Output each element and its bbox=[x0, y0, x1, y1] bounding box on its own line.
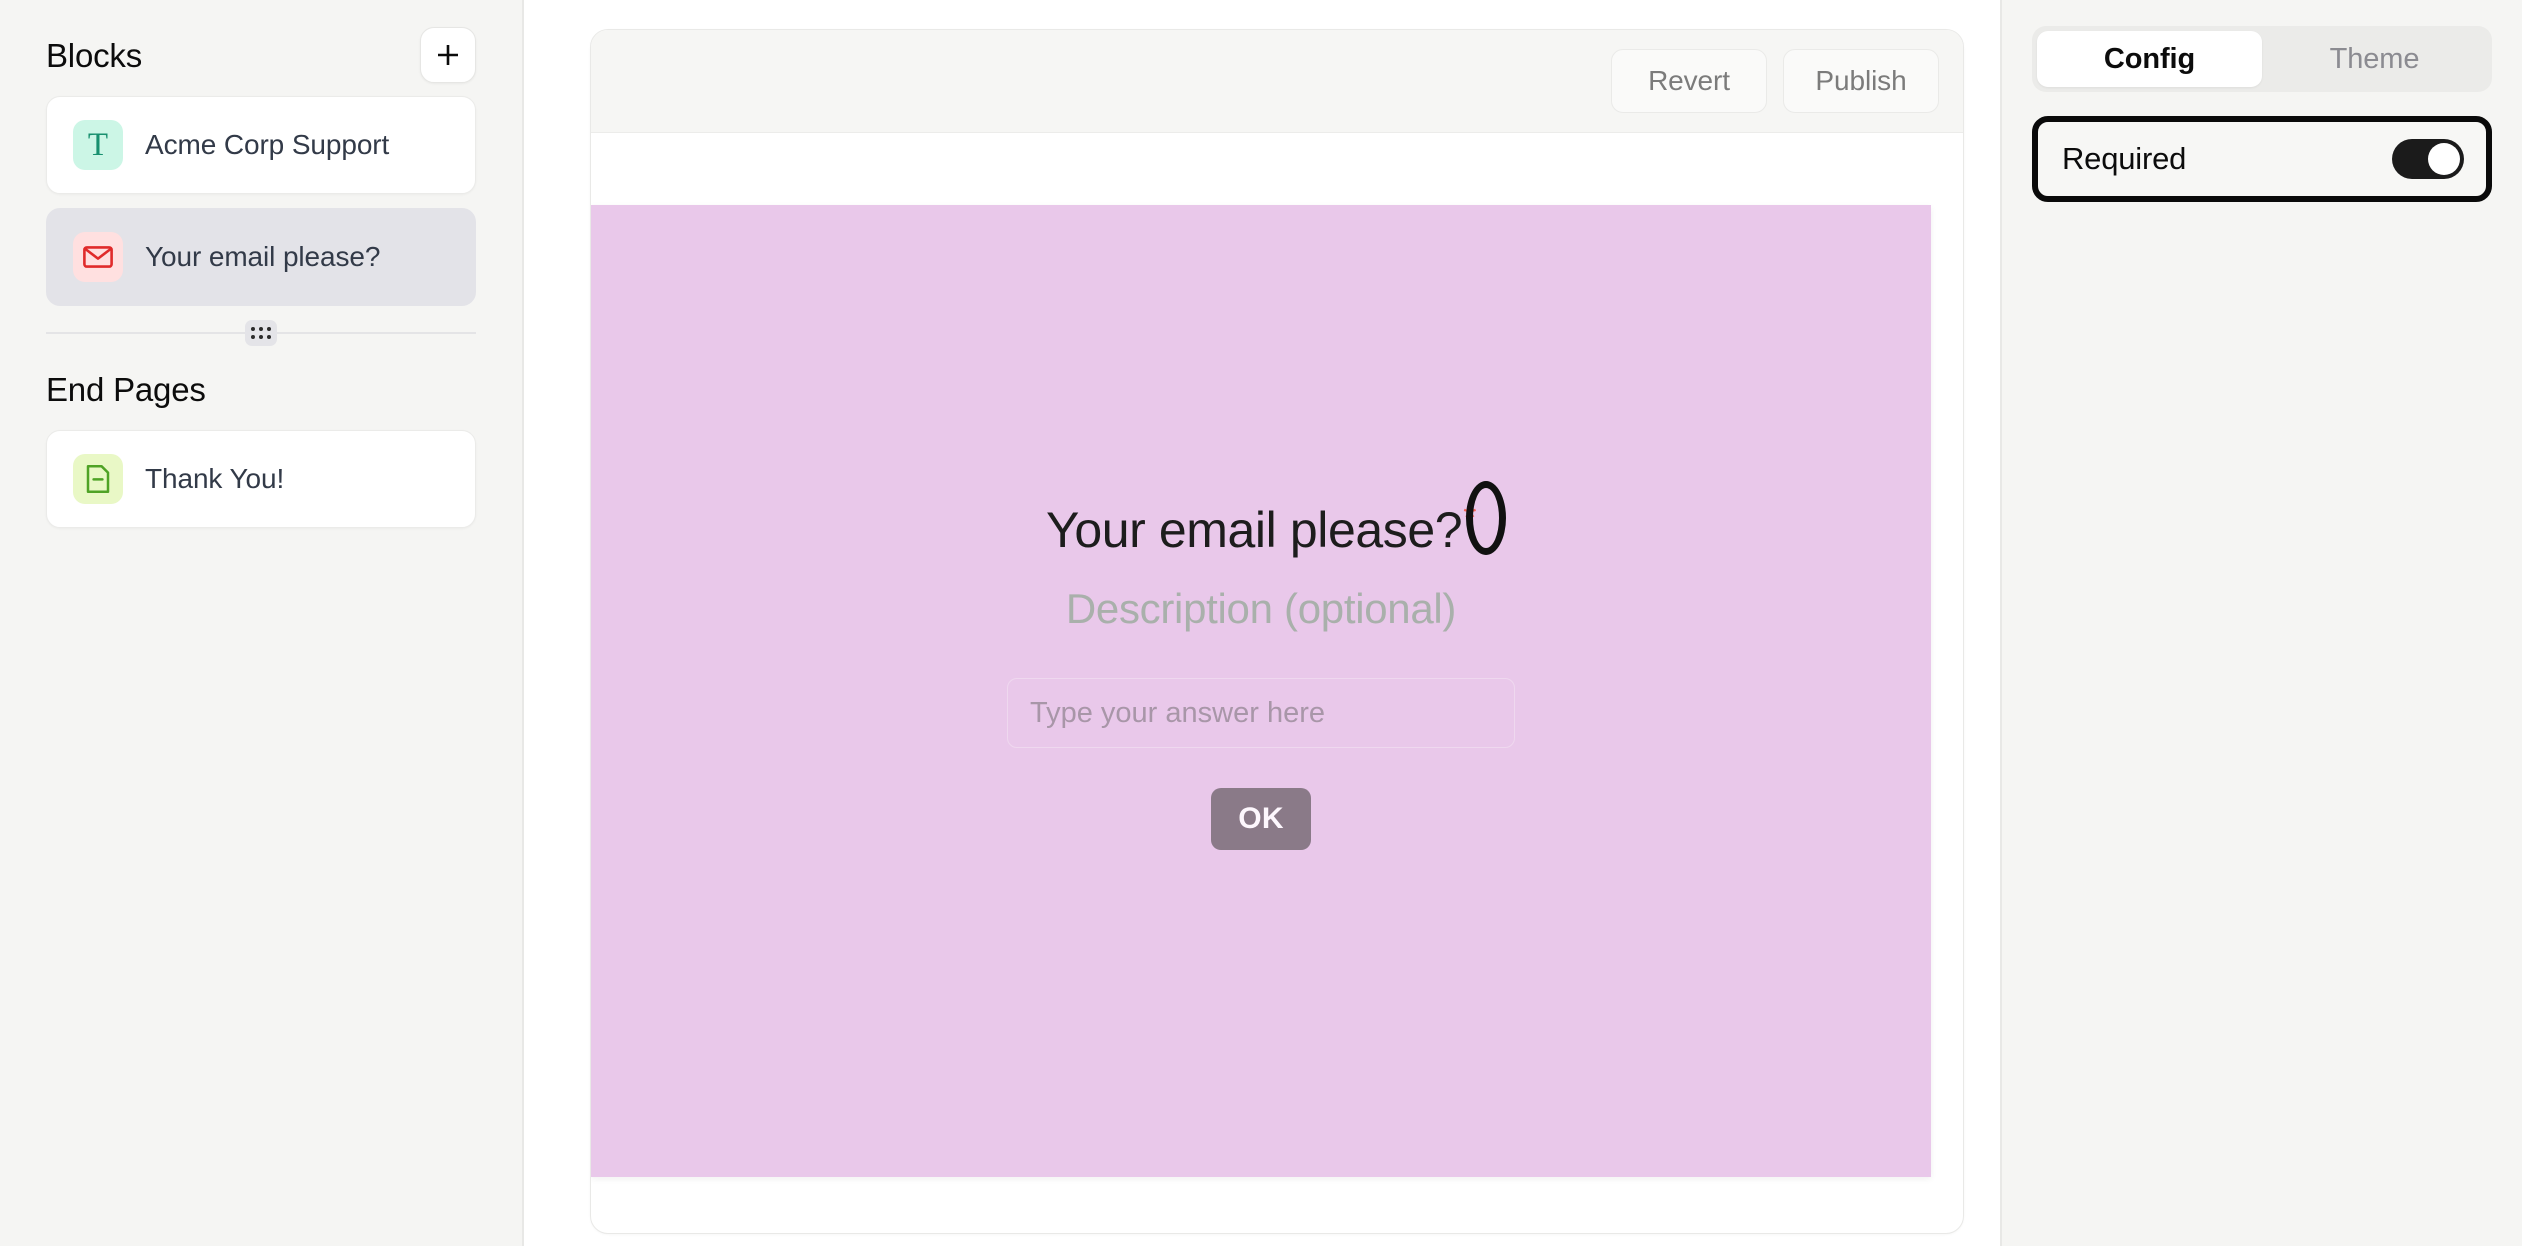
left-sidebar: Blocks T Acme Corp Support Your email pl… bbox=[0, 0, 524, 1246]
add-block-button[interactable] bbox=[420, 27, 476, 83]
document-block-icon bbox=[73, 454, 123, 504]
center-panel: Revert Publish Your email please?* Descr… bbox=[524, 0, 2000, 1246]
block-item-your-email-please[interactable]: Your email please? bbox=[46, 208, 476, 306]
editor-toolbar: Revert Publish bbox=[591, 30, 1963, 133]
answer-input[interactable] bbox=[1007, 678, 1515, 748]
block-item-label: Your email please? bbox=[145, 241, 381, 272]
block-item-acme-corp-support[interactable]: T Acme Corp Support bbox=[46, 96, 476, 194]
required-asterisk: * bbox=[1463, 499, 1477, 538]
sidebar-divider bbox=[46, 320, 476, 346]
right-config-panel: Config Theme Required bbox=[2000, 0, 2522, 1246]
config-theme-tabs: Config Theme bbox=[2032, 26, 2492, 92]
question-description: Description (optional) bbox=[1065, 585, 1457, 632]
end-page-item-label: Thank You! bbox=[145, 463, 285, 494]
publish-button[interactable]: Publish bbox=[1783, 49, 1939, 113]
tab-config[interactable]: Config bbox=[2037, 31, 2262, 87]
blocks-header: Blocks bbox=[46, 0, 476, 92]
tab-theme[interactable]: Theme bbox=[2262, 31, 2487, 87]
document-icon bbox=[86, 464, 110, 494]
block-item-label: Acme Corp Support bbox=[145, 129, 390, 160]
envelope-icon bbox=[83, 246, 113, 268]
required-setting-row: Required bbox=[2032, 116, 2492, 202]
blocks-list: T Acme Corp Support Your email please? bbox=[46, 96, 476, 306]
app-root: Blocks T Acme Corp Support Your email pl… bbox=[0, 0, 2522, 1246]
toggle-knob bbox=[2428, 143, 2460, 175]
end-pages-title: End Pages bbox=[46, 370, 206, 408]
letter-t-glyph: T bbox=[87, 126, 109, 163]
revert-button[interactable]: Revert bbox=[1611, 49, 1767, 113]
drag-handle-icon[interactable] bbox=[245, 320, 277, 346]
editor-card: Revert Publish Your email please?* Descr… bbox=[590, 29, 1964, 1234]
question-title-text: Your email please? bbox=[1045, 502, 1463, 558]
dot-grid bbox=[251, 327, 271, 339]
end-pages-section: End Pages Thank You! bbox=[0, 334, 522, 528]
form-preview-canvas: Your email please?* Description (optiona… bbox=[591, 205, 1931, 1177]
question-title: Your email please?* bbox=[1045, 481, 1507, 558]
email-block-icon bbox=[73, 232, 123, 282]
ok-button[interactable]: OK bbox=[1211, 788, 1311, 850]
end-page-item-thank-you[interactable]: Thank You! bbox=[46, 430, 476, 528]
blocks-title: Blocks bbox=[46, 36, 142, 74]
required-toggle[interactable] bbox=[2392, 139, 2464, 179]
end-pages-header: End Pages bbox=[46, 334, 476, 426]
required-setting-label: Required bbox=[2062, 141, 2187, 176]
end-pages-list: Thank You! bbox=[46, 430, 476, 528]
blocks-section: Blocks T Acme Corp Support Your email pl… bbox=[0, 0, 522, 306]
text-block-icon: T bbox=[73, 120, 123, 170]
plus-icon bbox=[435, 42, 461, 68]
